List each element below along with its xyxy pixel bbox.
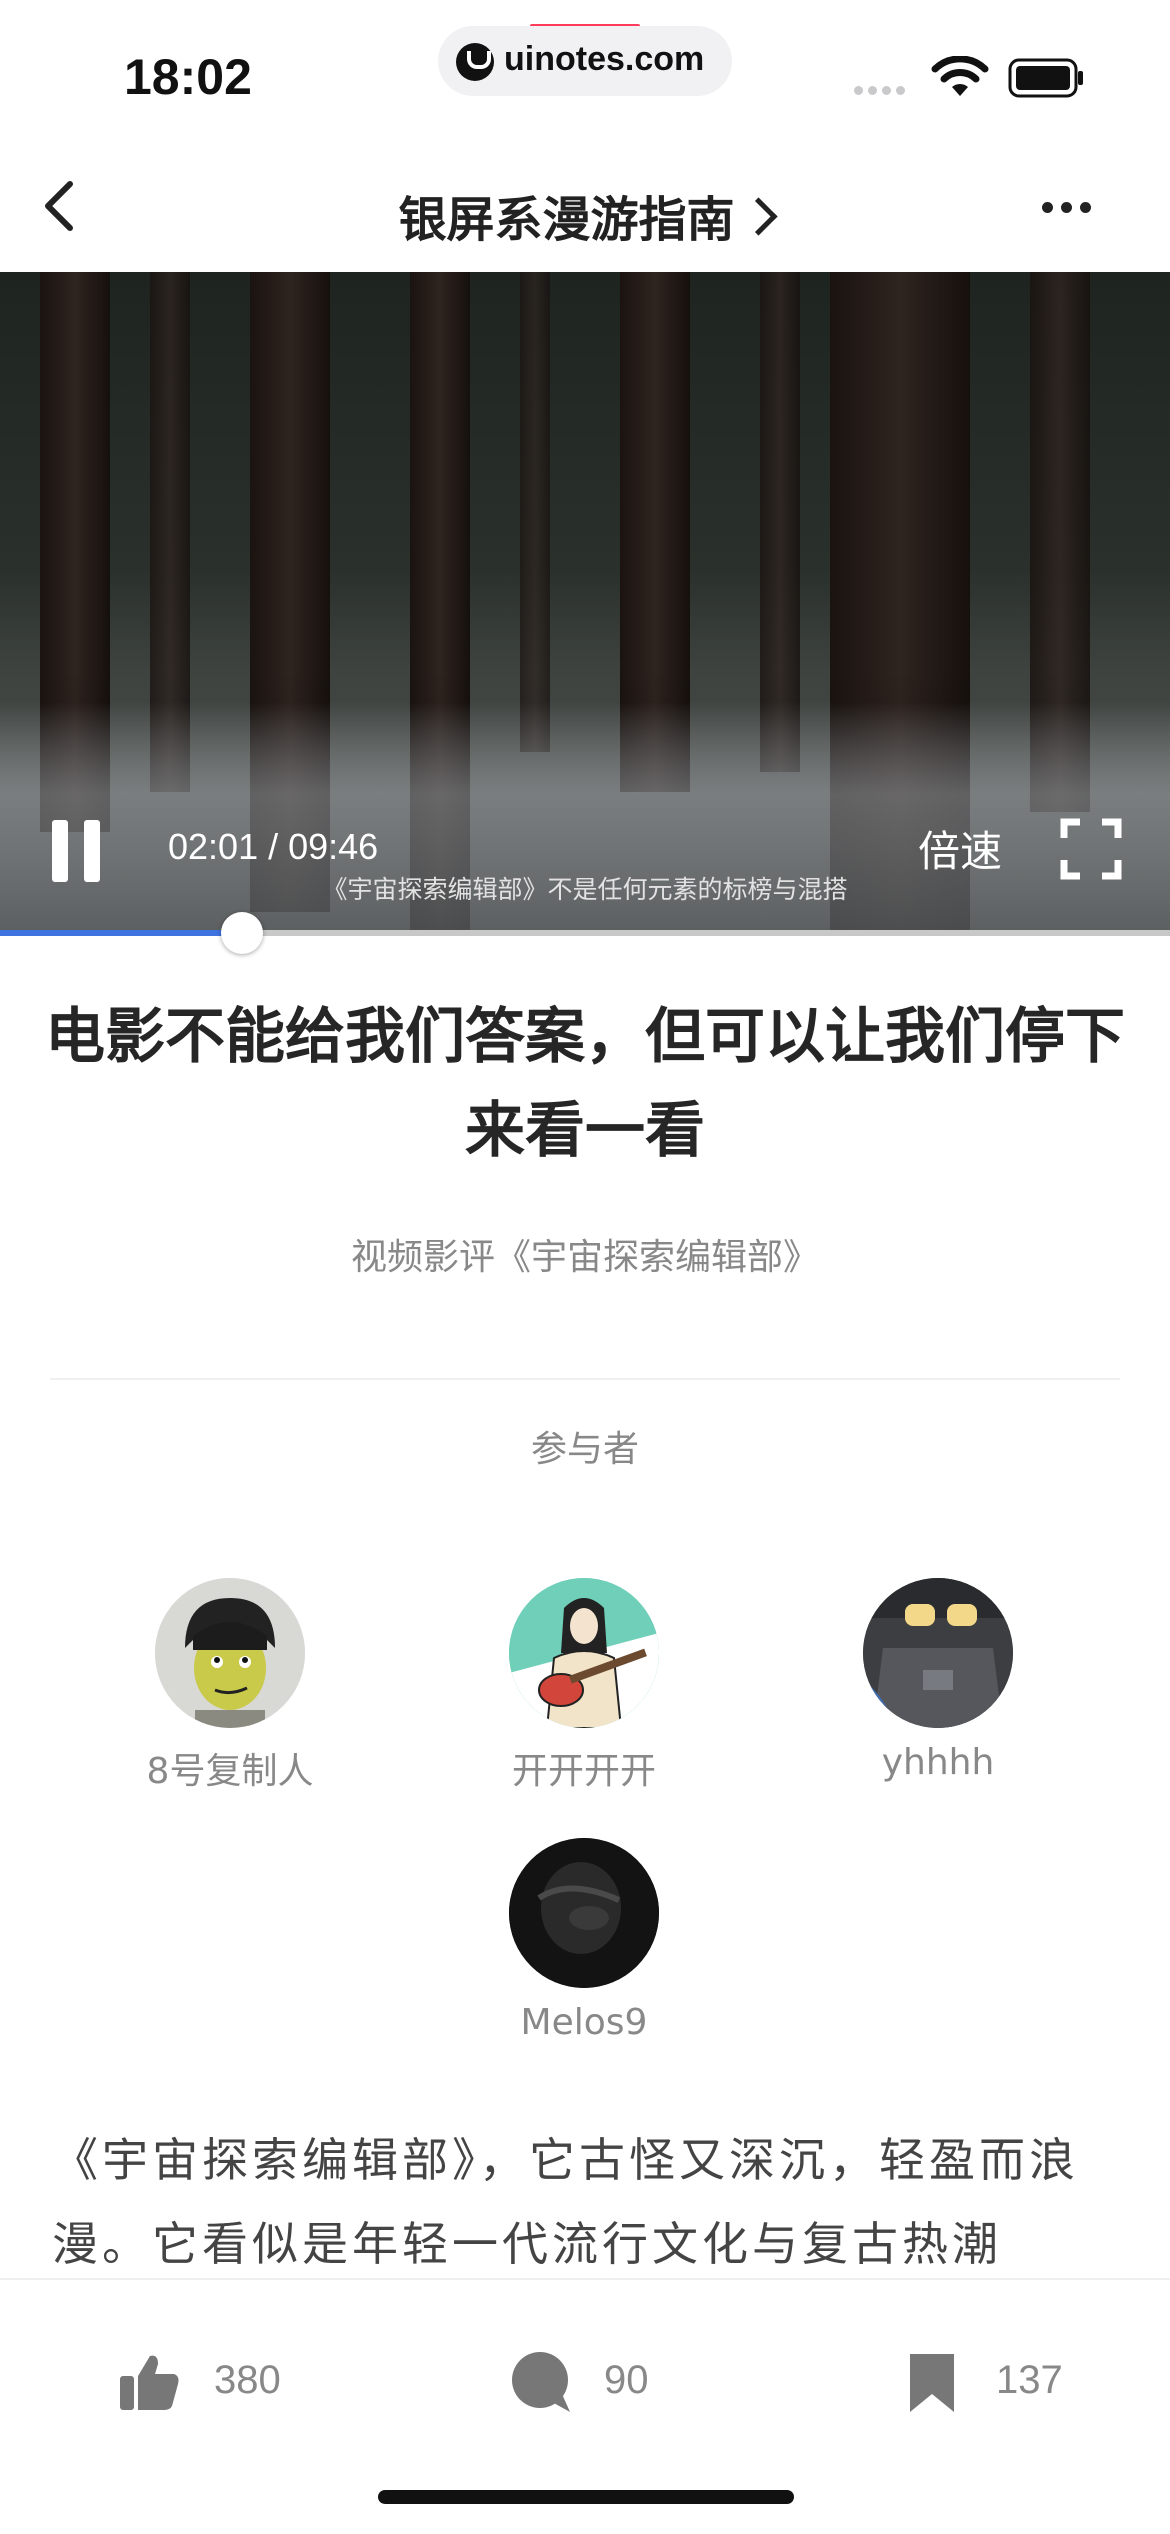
participant-name: Melos9: [520, 2002, 648, 2043]
comment-count: 90: [604, 2358, 649, 2402]
participant-name: 8号复制人: [146, 1751, 314, 1792]
participants-label: 参与者: [530, 1429, 639, 1470]
article-headline: 电影不能给我们答案，但可以让我们停下来看一看: [45, 1002, 1125, 1166]
site-logo-icon: [456, 43, 494, 81]
video-player[interactable]: 02:01 / 09:46 《宇宙探索编辑部》不是任何元素的标榜与混搭 倍速: [0, 272, 1170, 932]
article-subhead: 视频影评《宇宙探索编辑部》: [350, 1237, 819, 1278]
status-bar: 18:02 uinotes.com: [0, 0, 1170, 140]
participant-item[interactable]: Melos9: [464, 1838, 704, 2043]
avatar: [155, 1578, 305, 1728]
avatar: [509, 1838, 659, 1988]
battery-icon: [1008, 58, 1083, 98]
more-options-icon[interactable]: [1042, 198, 1106, 218]
url-text: uinotes.com: [504, 40, 705, 78]
bookmark-count: 137: [996, 2358, 1063, 2402]
bookmark-icon: [910, 2354, 954, 2412]
nav-bar: 银屏系漫游指南: [0, 140, 1170, 272]
chevron-right-icon: [738, 197, 778, 236]
video-time: 02:01 / 09:46: [168, 826, 379, 867]
participant-item[interactable]: yhhhh: [818, 1578, 1058, 1783]
video-progress-bar[interactable]: [0, 912, 1170, 954]
participant-name: 开开开开: [511, 1751, 656, 1792]
participant-item[interactable]: 8号复制人: [110, 1578, 350, 1794]
wifi-icon: [931, 56, 989, 96]
avatar: [509, 1578, 659, 1728]
nav-title: 银屏系漫游指南: [398, 192, 735, 248]
nav-title-link[interactable]: 银屏系漫游指南: [0, 180, 1170, 250]
cellular-signal-icon: [854, 80, 910, 99]
participant-name: yhhhh: [881, 1742, 995, 1783]
divider: [50, 1378, 1120, 1380]
participant-item[interactable]: 开开开开: [464, 1578, 704, 1794]
video-progress-fill: [0, 930, 242, 936]
article-body: 《宇宙探索编辑部》，它古怪又深沉，轻盈而浪漫。它看似是年轻一代流行文化与复古热潮: [52, 2133, 1079, 2271]
playback-speed-button[interactable]: 倍速: [918, 818, 1002, 879]
home-indicator: [378, 2490, 794, 2504]
url-pill[interactable]: uinotes.com: [438, 26, 732, 96]
avatar: [863, 1578, 1013, 1728]
thumbs-up-icon: [120, 2355, 179, 2410]
comment-icon: [512, 2352, 570, 2412]
video-progress-handle[interactable]: [221, 912, 263, 954]
fullscreen-icon[interactable]: [1060, 818, 1122, 880]
status-time: 18:02: [124, 49, 252, 105]
like-count: 380: [214, 2358, 281, 2402]
